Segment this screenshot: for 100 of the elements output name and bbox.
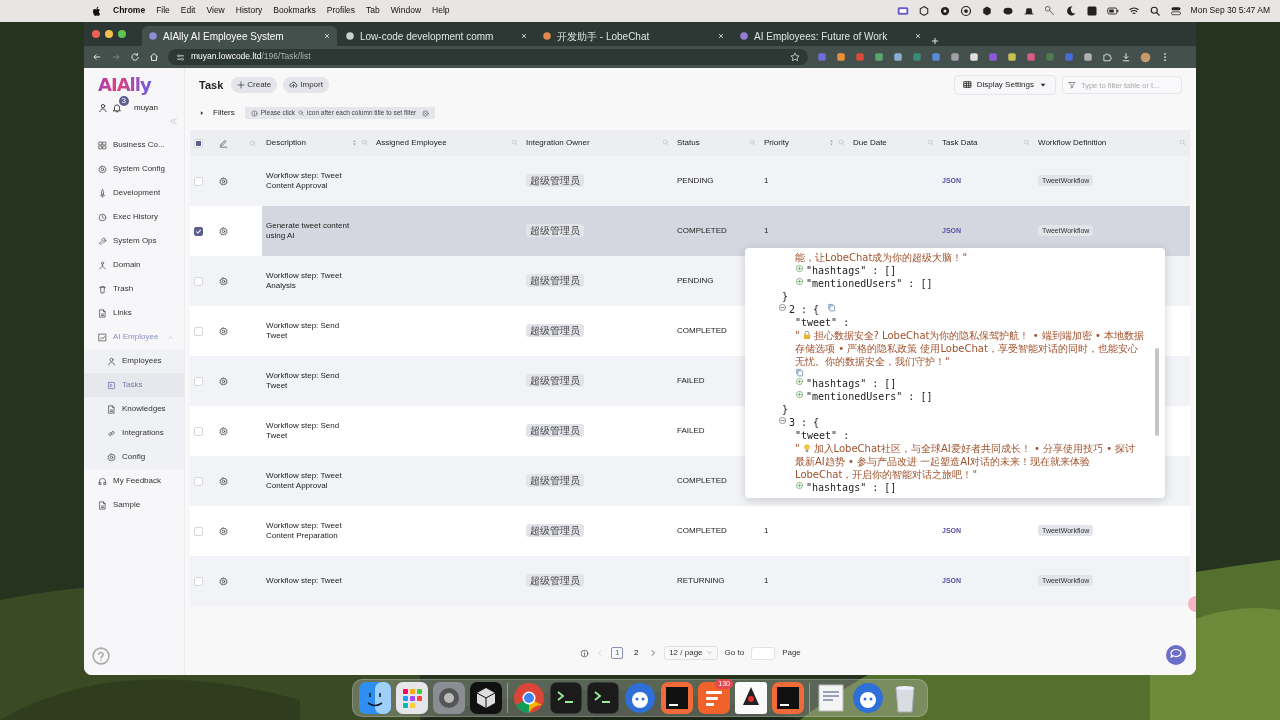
copy-icon[interactable] — [827, 303, 837, 312]
edit-icon[interactable] — [219, 138, 228, 148]
hat-icon[interactable] — [1022, 5, 1035, 17]
sidebar-item[interactable]: System Ops — [84, 229, 184, 253]
menu-item[interactable]: Edit — [180, 5, 196, 17]
sidebar-item[interactable]: Exec History — [84, 205, 184, 229]
chevron-right-icon[interactable] — [649, 649, 658, 657]
sidebar-item[interactable]: Employees — [84, 349, 184, 373]
address-field[interactable]: muyan.lowcode.ltd/196/Task/list — [191, 51, 311, 63]
sidebar-item[interactable]: Knowledges — [84, 397, 184, 421]
sidebar-item[interactable]: Links — [84, 301, 184, 325]
sidebar-item[interactable]: Trash — [84, 277, 184, 301]
menu-item[interactable]: Help — [432, 5, 450, 17]
column-header[interactable]: Integration Owner — [526, 137, 590, 149]
display-icon[interactable] — [896, 5, 909, 17]
page-size-select[interactable]: 12 / page — [664, 645, 718, 661]
filters-toggle[interactable]: Filters — [199, 107, 235, 119]
app-icon[interactable] — [513, 681, 545, 714]
key-icon[interactable] — [1043, 5, 1056, 17]
plus-circle-icon[interactable] — [795, 390, 804, 399]
bell-icon[interactable] — [112, 103, 122, 113]
import-button[interactable]: Import — [283, 76, 329, 94]
record-icon[interactable] — [959, 5, 972, 17]
menu-item[interactable]: View — [206, 5, 225, 17]
column-header[interactable]: Description — [266, 137, 306, 149]
app-icon[interactable] — [661, 681, 693, 714]
reload-icon[interactable] — [130, 52, 140, 62]
app-menu[interactable]: Chrome — [113, 5, 146, 17]
star-icon[interactable] — [790, 52, 800, 62]
column-header[interactable]: Workflow Definition — [1038, 137, 1107, 149]
sidebar-item[interactable]: My Feedback — [84, 469, 184, 493]
menu-item[interactable]: History — [235, 5, 263, 17]
app-icon[interactable] — [550, 681, 582, 714]
display-settings-button[interactable]: Display Settings — [953, 74, 1056, 96]
browser-tab[interactable]: Low-code development comm — [339, 26, 534, 46]
grid-icon — [98, 140, 107, 150]
plus-circle-icon[interactable] — [795, 264, 804, 273]
plus-circle-icon[interactable] — [795, 377, 804, 386]
browser-tab[interactable]: 开发助手 - LobeChat — [536, 26, 731, 46]
control-center-icon[interactable] — [1169, 5, 1182, 17]
sidebar-item[interactable]: Config — [84, 445, 184, 469]
sidebar-item[interactable]: Tasks — [84, 373, 184, 397]
column-header[interactable]: Task Data — [942, 137, 978, 149]
menu-item[interactable]: Profiles — [326, 5, 356, 17]
apple-logo-icon[interactable] — [92, 5, 102, 17]
plus-circle-icon[interactable] — [795, 481, 804, 490]
avatar-icon[interactable] — [1140, 51, 1151, 63]
page-button[interactable]: 1 — [611, 647, 624, 659]
app-icon[interactable] — [772, 681, 804, 714]
copy-icon[interactable] — [795, 368, 804, 377]
menu-item[interactable]: Tab — [366, 5, 380, 17]
page-button[interactable]: 2 — [630, 647, 643, 659]
app-icon[interactable] — [470, 681, 502, 714]
minus-circle-icon[interactable] — [778, 416, 787, 425]
battery-icon[interactable] — [1106, 5, 1119, 17]
puzzle-icon[interactable] — [1102, 52, 1112, 62]
sidebar-item[interactable]: Business Co... — [84, 133, 184, 157]
column-header[interactable]: Priority — [764, 137, 789, 149]
sidebar-item[interactable]: Domain — [84, 253, 184, 277]
sort-icon[interactable] — [351, 139, 358, 147]
menu-item[interactable]: Bookmarks — [273, 5, 316, 17]
scrollbar[interactable] — [1155, 348, 1159, 436]
app-icon[interactable] — [698, 681, 730, 714]
column-header[interactable]: Due Date — [853, 137, 887, 149]
create-button[interactable]: Create — [231, 76, 278, 94]
app-icon[interactable] — [587, 681, 619, 714]
chat-icon[interactable] — [1166, 645, 1186, 665]
clock-icon — [98, 212, 107, 222]
back-icon[interactable] — [92, 52, 102, 62]
browser-tab[interactable]: AI Employees: Future of Work — [733, 26, 928, 46]
search-icon[interactable] — [1148, 5, 1161, 17]
moon-icon[interactable] — [1064, 5, 1077, 17]
sort-icon[interactable] — [828, 139, 835, 147]
checkbox[interactable] — [194, 226, 203, 236]
download-icon[interactable] — [1121, 52, 1131, 62]
new-tab-icon[interactable] — [930, 36, 940, 46]
app-icon[interactable] — [359, 681, 391, 714]
forward-icon[interactable] — [111, 52, 121, 62]
minus-circle-icon[interactable] — [778, 303, 787, 312]
page-input[interactable] — [751, 646, 776, 660]
column-header[interactable]: Assigned Employee — [376, 137, 447, 149]
sidebar-item[interactable]: Sample — [84, 493, 184, 517]
app-icon[interactable] — [735, 681, 767, 714]
help-icon[interactable] — [92, 647, 110, 665]
plus-circle-icon[interactable] — [795, 277, 804, 286]
menu-item[interactable]: File — [156, 5, 170, 17]
sidebar-item[interactable]: Development — [84, 181, 184, 205]
browser-tab[interactable]: AIAlly AI Employee System — [142, 26, 337, 46]
person-icon[interactable] — [98, 103, 108, 113]
home-icon[interactable] — [149, 52, 159, 62]
lock-icon — [801, 330, 812, 340]
menu-item[interactable]: Window — [390, 5, 422, 17]
sidebar-item[interactable]: System Config — [84, 157, 184, 181]
info-icon[interactable] — [580, 648, 590, 658]
wifi-icon[interactable] — [1127, 5, 1140, 17]
app-icon[interactable] — [624, 681, 656, 714]
column-header[interactable]: Status — [677, 137, 700, 149]
sidebar-item[interactable]: Integrations — [84, 421, 184, 445]
user-name[interactable]: muyan — [134, 102, 158, 114]
site-settings-icon[interactable] — [176, 52, 185, 62]
